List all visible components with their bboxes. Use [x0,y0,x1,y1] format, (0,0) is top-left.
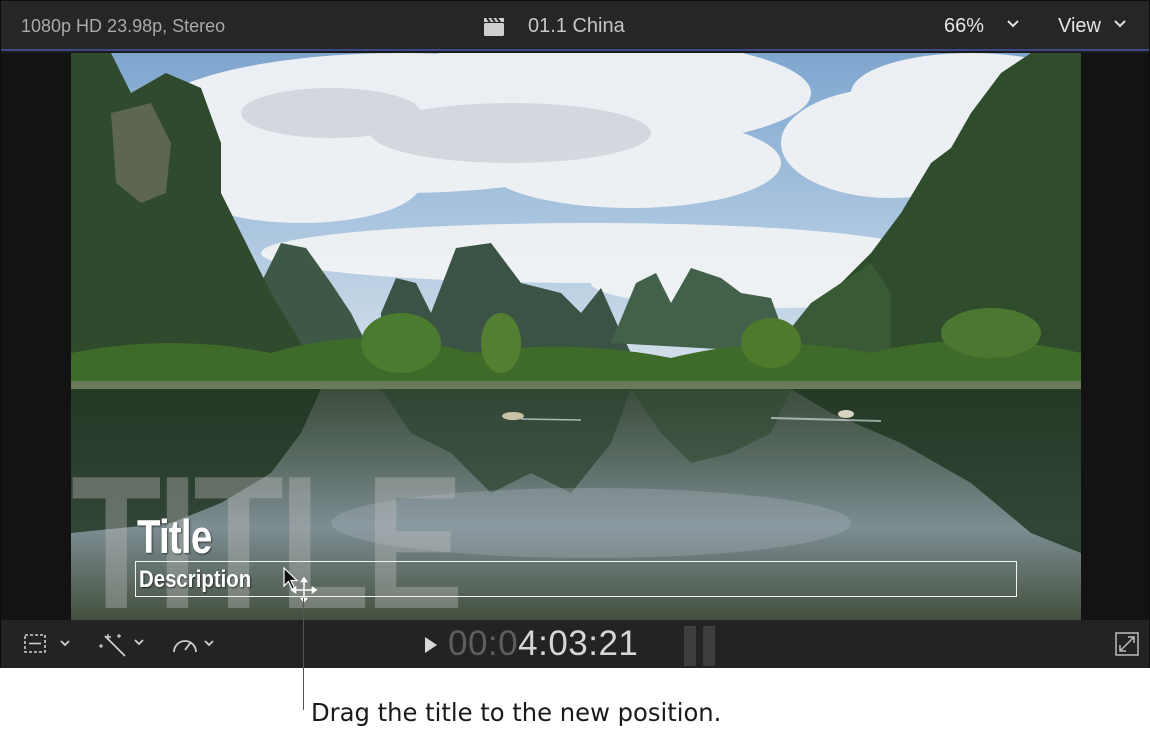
timecode-main: 4:03:21 [518,624,639,663]
title-bounding-box[interactable] [135,561,1017,597]
timecode-dim: 00:0 [448,624,519,663]
timecode-display[interactable]: 00:04:03:21 [448,624,638,664]
description-text[interactable]: Description [139,566,251,594]
move-cursor-icon [283,566,318,602]
fullscreen-icon[interactable] [1115,632,1139,656]
transform-icon[interactable] [23,632,75,656]
play-icon[interactable] [423,636,439,654]
view-menu[interactable]: View [1058,1,1101,51]
viewer-window: 1080p HD 23.98p, Stereo 01.1 China 66% V… [0,0,1150,668]
zoom-level[interactable]: 66% [944,1,984,51]
viewer-header: 1080p HD 23.98p, Stereo 01.1 China 66% V… [1,1,1149,51]
format-info: 1080p HD 23.98p, Stereo [21,16,226,36]
clapperboard-icon [484,17,504,36]
chevron-down-icon[interactable] [1006,17,1020,31]
viewer-canvas: TITLE Title Description [1,53,1149,620]
callout-leader-line [303,598,304,710]
speed-icon[interactable] [171,632,221,658]
title-text[interactable]: Title [137,513,212,560]
clip-name: 01.1 China [528,15,625,37]
audio-meter-icon [684,626,715,666]
callout-text: Drag the title to the new position. [311,698,722,727]
viewer-footer: 00:04:03:21 [1,620,1149,668]
chevron-down-icon[interactable] [1113,17,1127,31]
video-frame[interactable]: TITLE Title Description [71,53,1081,620]
magic-wand-icon[interactable] [99,632,149,658]
